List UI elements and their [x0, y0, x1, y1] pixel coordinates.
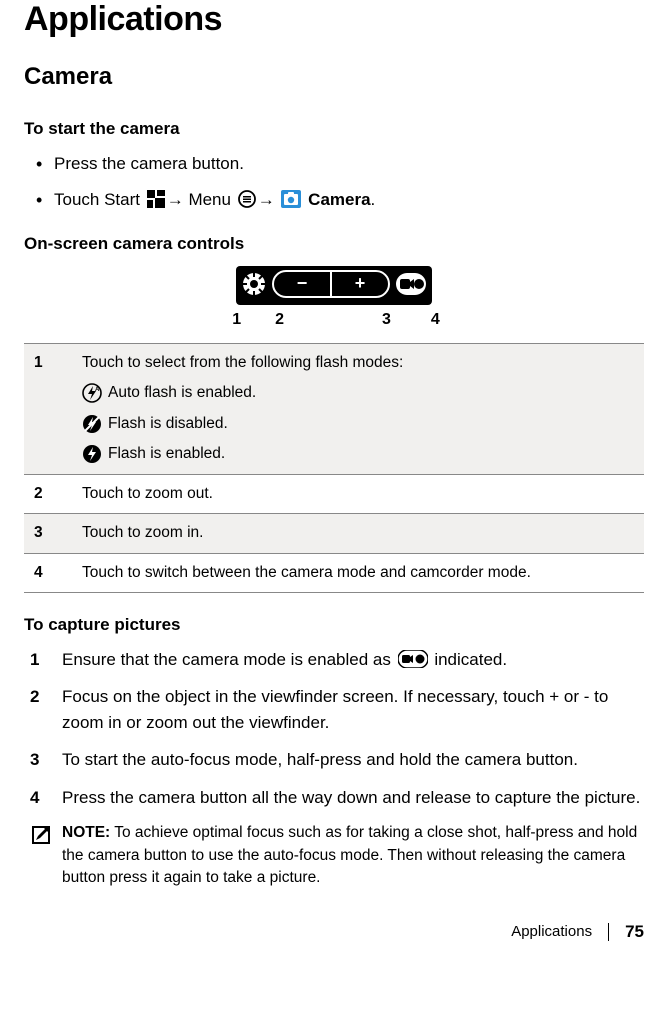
step-text: indicated.: [430, 650, 508, 669]
page-title: Applications: [24, 0, 644, 39]
note-block: NOTE: To achieve optimal focus such as f…: [24, 822, 644, 889]
text-flash-auto: Auto flash is enabled.: [108, 382, 256, 404]
zoom-in-icon: +: [332, 272, 388, 296]
table-cell-desc: Touch to zoom out.: [76, 474, 644, 513]
footer-divider: [608, 923, 609, 941]
arrow-icon: →: [167, 190, 184, 209]
arrow-icon: →: [258, 190, 275, 209]
step-text: Ensure that the camera mode is enabled a…: [62, 650, 396, 669]
table-cell-num: 4: [24, 553, 76, 592]
heading-capture-pictures: To capture pictures: [24, 615, 644, 635]
bullet-touch-start: Touch Start → Menu → Camera.: [50, 187, 644, 213]
camera-app-icon: [281, 190, 301, 208]
step-number: 2: [30, 684, 48, 735]
text-camera-label: Camera: [303, 190, 370, 209]
zoom-pill: − +: [272, 270, 390, 298]
svg-text:A: A: [95, 387, 100, 393]
bullet-press-camera: Press the camera button.: [50, 151, 644, 177]
step-item: 4 Press the camera button all the way do…: [30, 785, 644, 811]
callout-2: 2: [275, 311, 284, 329]
zoom-out-icon: −: [274, 272, 330, 296]
step-number: 3: [30, 747, 48, 773]
step-text: Press the camera button all the way down…: [62, 785, 640, 811]
table-cell-num: 1: [24, 343, 76, 474]
text-menu: Menu: [184, 190, 236, 209]
flash-off-icon: [82, 414, 102, 434]
step-item: 2 Focus on the object in the viewfinder …: [30, 684, 644, 735]
flash-mode-icon: [242, 272, 266, 296]
table-cell-num: 2: [24, 474, 76, 513]
camera-controls-figure: − + 1 2 3 4: [24, 266, 644, 329]
step-number: 1: [30, 647, 48, 673]
note-label: NOTE:: [62, 824, 110, 841]
flash-on-icon: [82, 444, 102, 464]
page-footer: Applications 75: [24, 922, 644, 942]
table-cell-desc: Touch to switch between the camera mode …: [76, 553, 644, 592]
callout-4: 4: [431, 311, 440, 329]
heading-onscreen-controls: On-screen camera controls: [24, 234, 644, 254]
note-text: To achieve optimal focus such as for tak…: [62, 824, 637, 886]
menu-circle-icon: [238, 190, 256, 208]
text-touch-start: Touch Start: [54, 190, 145, 209]
table-cell-desc: Touch to zoom in.: [76, 514, 644, 553]
start-tiles-icon: [147, 190, 165, 208]
controls-table: 1 Touch to select from the following fla…: [24, 343, 644, 593]
callout-1: 1: [232, 311, 241, 329]
text-flash-off: Flash is disabled.: [108, 413, 228, 435]
note-icon: [30, 824, 52, 846]
flash-auto-icon: A: [82, 383, 102, 403]
heading-start-camera: To start the camera: [24, 119, 644, 139]
footer-page-number: 75: [625, 922, 644, 942]
section-heading-camera: Camera: [24, 63, 644, 91]
step-item: 3 To start the auto-focus mode, half-pre…: [30, 747, 644, 773]
mode-switch-icon: [396, 273, 426, 295]
callout-3: 3: [382, 311, 391, 329]
text-flash-intro: Touch to select from the following flash…: [82, 352, 638, 374]
step-number: 4: [30, 785, 48, 811]
step-text: To start the auto-focus mode, half-press…: [62, 747, 578, 773]
footer-section-label: Applications: [511, 923, 592, 940]
table-cell-desc: Touch to select from the following flash…: [76, 343, 644, 474]
step-item: 1 Ensure that the camera mode is enabled…: [30, 647, 644, 673]
text-flash-on: Flash is enabled.: [108, 443, 225, 465]
table-cell-num: 3: [24, 514, 76, 553]
step-text: Focus on the object in the viewfinder sc…: [62, 684, 644, 735]
camera-mode-pill-icon: [398, 650, 428, 668]
